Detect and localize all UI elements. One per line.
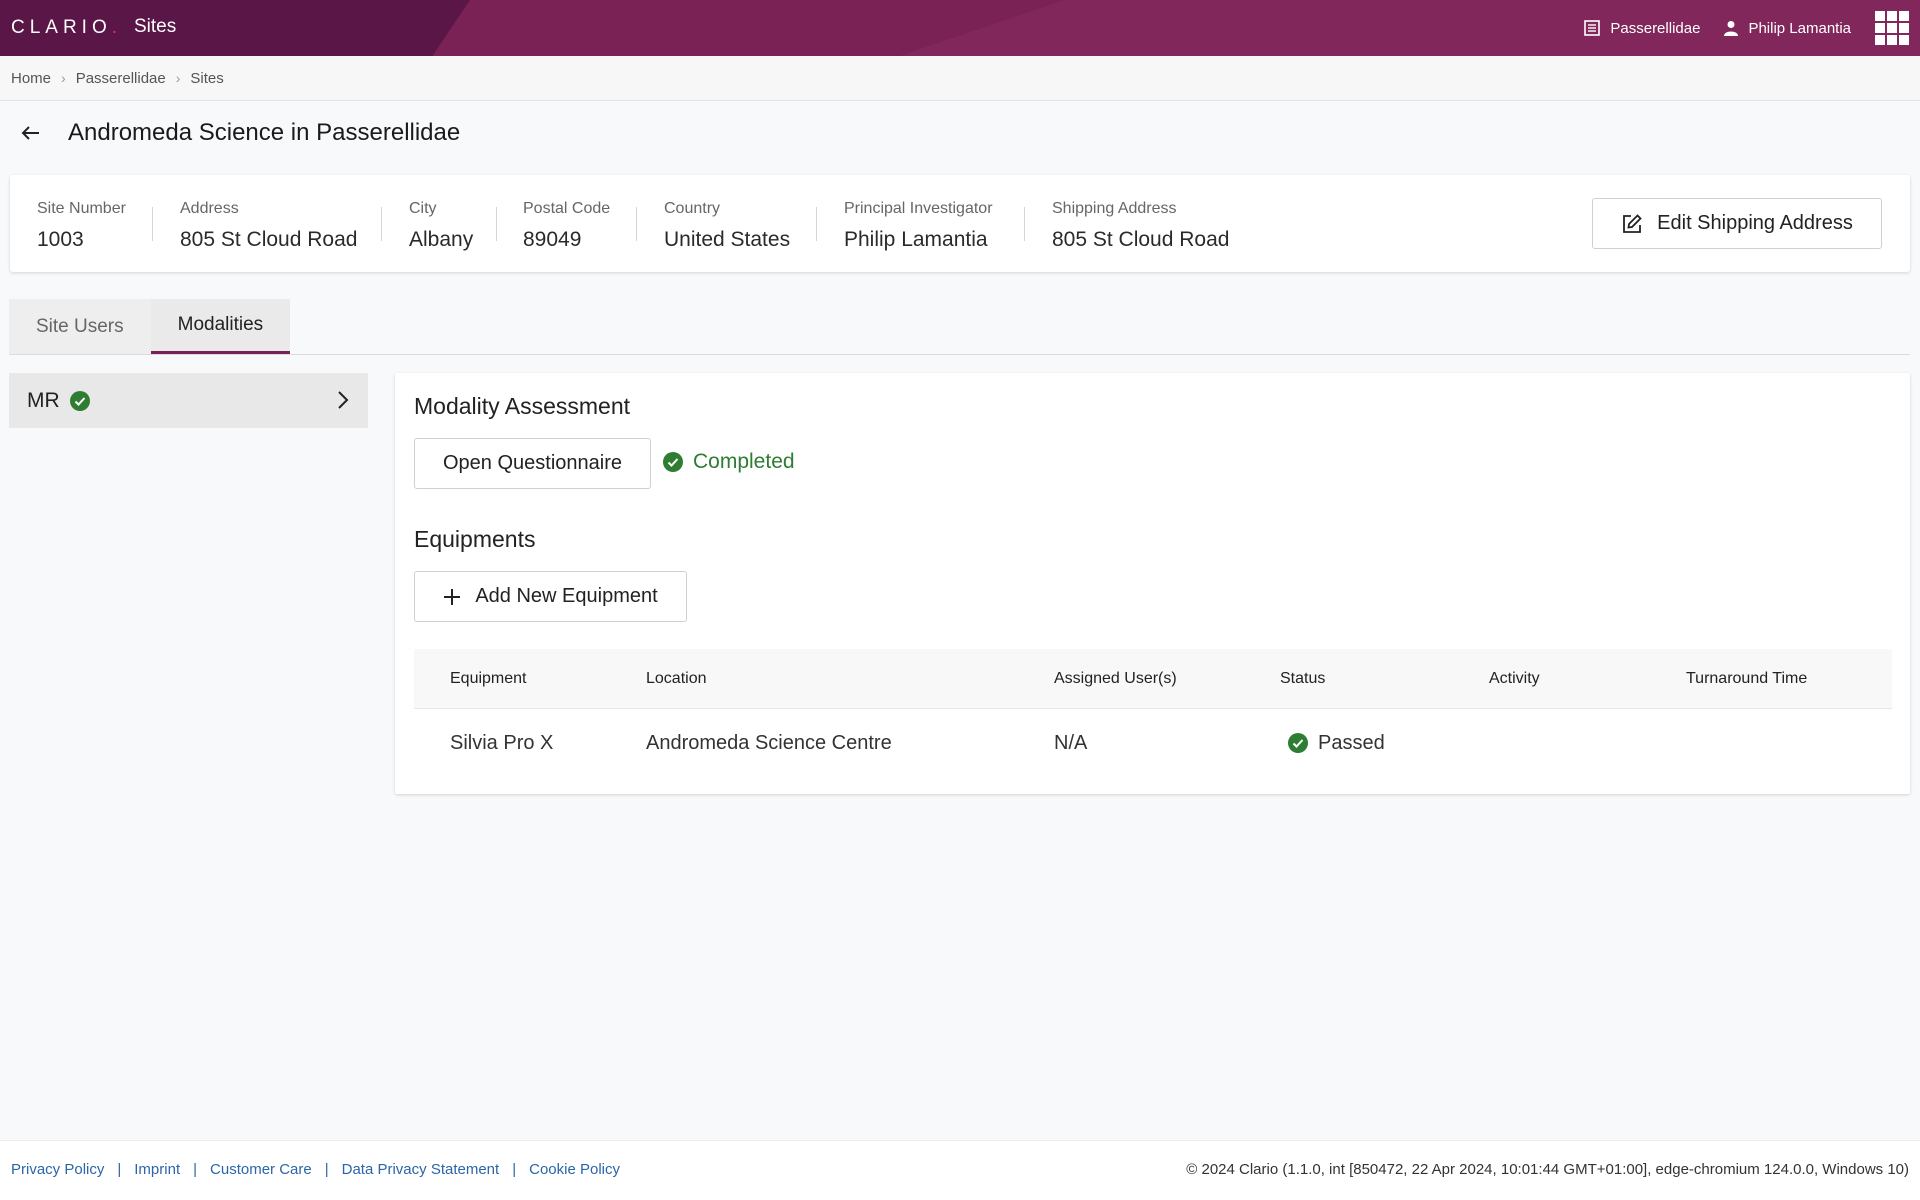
address-field: Address 805 St Cloud Road <box>180 200 358 251</box>
page-title: Andromeda Science in Passerellidae <box>68 119 461 146</box>
check-circle-icon <box>663 452 683 472</box>
check-circle-icon <box>69 390 90 411</box>
column-header-location[interactable]: Location <box>646 670 1054 688</box>
column-header-turnaround-time[interactable]: Turnaround Time <box>1686 670 1892 688</box>
tabs-divider <box>9 354 1910 355</box>
equipments-title: Equipments <box>414 526 536 552</box>
table-row[interactable]: Silvia Pro X Andromeda Science Centre N/… <box>414 709 1892 777</box>
clario-logo[interactable]: CLARIO. <box>11 17 122 39</box>
privacy-policy-link[interactable]: Privacy Policy <box>11 1161 104 1178</box>
site-info-card: Site Number 1003 Address 805 St Cloud Ro… <box>10 175 1910 272</box>
cell-equipment: Silvia Pro X <box>450 731 554 754</box>
country-field: Country United States <box>664 200 791 251</box>
principal-investigator-field: Principal Investigator Philip Lamantia <box>844 200 993 251</box>
chevron-right-icon: › <box>175 70 181 86</box>
divider <box>816 207 817 241</box>
cell-assigned-users: N/A <box>1054 731 1088 754</box>
equipment-table: Equipment Location Assigned User(s) Stat… <box>414 649 1892 777</box>
footer-separator: | <box>193 1161 198 1178</box>
chevron-right-icon: › <box>61 70 66 86</box>
city-field: City Albany <box>409 200 474 251</box>
chevron-right-icon <box>338 391 349 409</box>
open-questionnaire-button[interactable]: Open Questionnaire <box>414 438 651 489</box>
modality-assessment-title: Modality Assessment <box>414 393 631 419</box>
top-bar: CLARIO. Sites Passerellidae Philip Laman… <box>0 0 1920 56</box>
divider <box>1024 207 1025 241</box>
column-header-status[interactable]: Status <box>1280 670 1489 688</box>
tab-site-users[interactable]: Site Users <box>9 299 151 354</box>
postal-code-field: Postal Code 89049 <box>523 200 611 251</box>
divider <box>152 207 153 241</box>
divider <box>381 207 382 241</box>
divider <box>496 207 497 241</box>
shipping-address-field: Shipping Address 805 St Cloud Road <box>1052 200 1230 251</box>
data-privacy-statement-link[interactable]: Data Privacy Statement <box>342 1161 500 1178</box>
cell-status: Passed <box>1280 732 1489 755</box>
edit-icon <box>1623 213 1642 233</box>
check-circle-icon <box>1288 733 1308 753</box>
app-switcher-icon[interactable] <box>1875 11 1909 45</box>
study-name: Passerellidae <box>1610 19 1701 37</box>
column-header-equipment[interactable]: Equipment <box>414 670 646 688</box>
divider <box>636 207 637 241</box>
copyright-text: © 2024 Clario (1.1.0, int [850472, 22 Ap… <box>1186 1161 1909 1178</box>
study-selector[interactable]: Passerellidae <box>1584 20 1700 37</box>
modality-detail-panel: Modality Assessment Open Questionnaire C… <box>395 373 1910 794</box>
tab-bar: Site Users Modalities <box>9 299 291 354</box>
footer-separator: | <box>512 1161 517 1178</box>
customer-care-link[interactable]: Customer Care <box>210 1161 312 1178</box>
cell-location: Andromeda Science Centre <box>646 731 892 754</box>
site-number-field: Site Number 1003 <box>37 200 126 251</box>
column-header-assigned-users[interactable]: Assigned User(s) <box>1054 670 1280 688</box>
user-menu[interactable]: Philip Lamantia <box>1724 20 1851 37</box>
breadcrumb: Home › Passerellidae › Sites <box>0 56 1920 101</box>
user-icon <box>1724 21 1739 36</box>
imprint-link[interactable]: Imprint <box>134 1161 180 1178</box>
back-arrow-icon[interactable] <box>18 120 44 146</box>
breadcrumb-home[interactable]: Home <box>11 70 51 87</box>
breadcrumb-study[interactable]: Passerellidae <box>76 70 166 87</box>
table-header: Equipment Location Assigned User(s) Stat… <box>414 649 1892 709</box>
footer: Privacy Policy | Imprint | Customer Care… <box>0 1140 1920 1200</box>
cookie-policy-link[interactable]: Cookie Policy <box>529 1161 620 1178</box>
column-header-activity[interactable]: Activity <box>1489 670 1686 688</box>
assessment-status: Completed <box>663 450 795 474</box>
footer-separator: | <box>324 1161 329 1178</box>
tab-modalities[interactable]: Modalities <box>150 299 291 354</box>
user-name: Philip Lamantia <box>1748 19 1851 37</box>
modality-item-mr[interactable]: MR <box>9 373 368 428</box>
footer-separator: | <box>117 1161 122 1178</box>
add-new-equipment-button[interactable]: Add New Equipment <box>414 571 687 622</box>
edit-shipping-address-button[interactable]: Edit Shipping Address <box>1592 198 1882 249</box>
breadcrumb-sites[interactable]: Sites <box>190 70 223 87</box>
study-list-icon <box>1584 20 1601 36</box>
app-title: Sites <box>134 16 177 37</box>
plus-icon <box>444 588 461 605</box>
